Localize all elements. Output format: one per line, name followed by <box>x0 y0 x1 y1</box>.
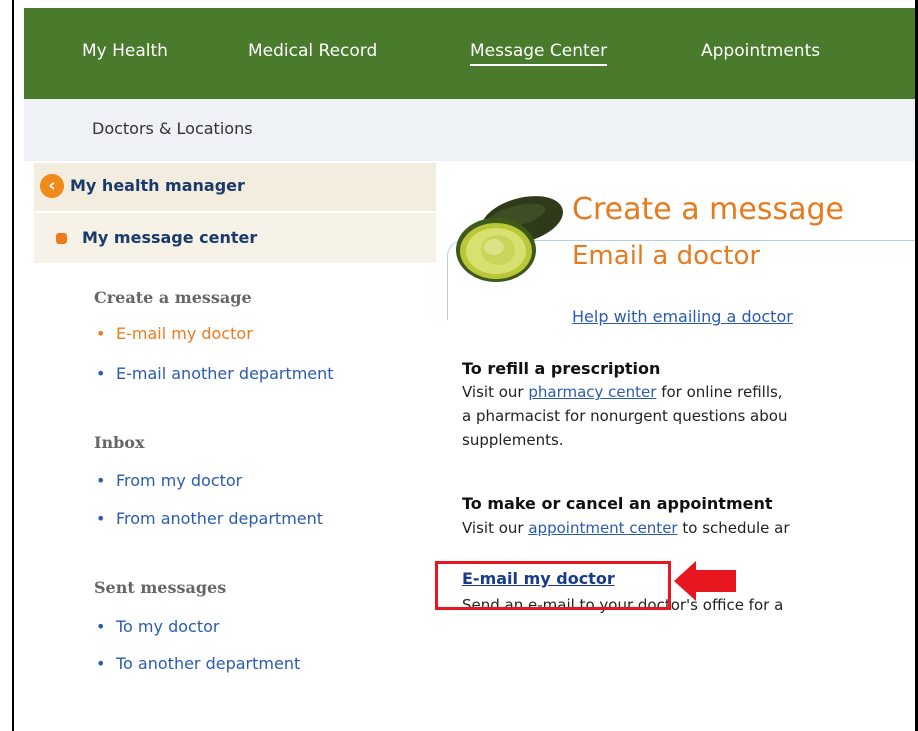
red-arrow-icon <box>674 561 736 601</box>
sidebar-link-label[interactable]: E-mail another department <box>116 364 334 383</box>
nav-medical-record[interactable]: Medical Record <box>248 41 377 61</box>
bullet-icon: • <box>96 509 106 528</box>
square-bullet-icon <box>56 233 67 244</box>
top-nav-bar: My Health Medical Record Message Center … <box>24 8 918 99</box>
sidebar-link-label[interactable]: From my doctor <box>116 471 242 490</box>
text: for online refills, <box>656 383 783 401</box>
sidebar-link-email-my-doctor[interactable]: • E-mail my doctor <box>96 324 253 343</box>
bullet-icon: • <box>96 364 106 383</box>
text: Visit our <box>462 519 529 537</box>
appointment-center-link[interactable]: appointment center <box>528 519 677 537</box>
appt-line-1: Visit our appointment center to schedule… <box>462 516 790 540</box>
avocado-image <box>456 196 563 282</box>
nav-appointments[interactable]: Appointments <box>701 41 820 61</box>
back-chevron-icon[interactable]: ‹ <box>40 174 64 198</box>
page-subtitle: Email a doctor <box>572 241 761 271</box>
sidebar-link-to-my-doctor[interactable]: • To my doctor <box>96 617 219 636</box>
highlight-box <box>435 561 671 610</box>
refill-heading: To refill a prescription <box>462 359 661 378</box>
sidebar-heading-create: Create a message <box>94 288 252 307</box>
page-title: Create a message <box>572 192 844 227</box>
sidebar-link-label[interactable]: To another department <box>116 654 300 673</box>
refill-line-3: supplements. <box>462 431 564 449</box>
sidebar-link-from-my-doctor[interactable]: • From my doctor <box>96 471 242 490</box>
refill-line-2: a pharmacist for nonurgent questions abo… <box>462 407 788 425</box>
help-link[interactable]: Help with emailing a doctor <box>572 307 793 326</box>
bullet-icon: • <box>96 617 106 636</box>
sidebar-manager-label[interactable]: My health manager <box>70 176 245 195</box>
sidebar-link-label[interactable]: E-mail my doctor <box>116 324 253 343</box>
sidebar-heading-inbox: Inbox <box>94 433 145 452</box>
nav-my-health[interactable]: My Health <box>82 41 168 61</box>
pharmacy-center-link[interactable]: pharmacy center <box>528 383 656 401</box>
sidebar-link-label[interactable]: To my doctor <box>116 617 219 636</box>
bullet-icon: • <box>96 471 106 490</box>
nav-doctors-locations[interactable]: Doctors & Locations <box>92 119 253 138</box>
text: Visit our <box>462 383 529 401</box>
sidebar-message-center-label[interactable]: My message center <box>82 228 257 247</box>
bullet-icon: • <box>96 654 106 673</box>
sidebar-heading-sent: Sent messages <box>94 578 227 597</box>
sidebar-link-label[interactable]: From another department <box>116 509 323 528</box>
bullet-icon: • <box>96 324 106 343</box>
sidebar-link-from-another-dept[interactable]: • From another department <box>96 509 323 528</box>
refill-line-1: Visit our pharmacy center for online ref… <box>462 380 783 404</box>
sub-nav-bar: Doctors & Locations <box>24 99 917 161</box>
appt-heading: To make or cancel an appointment <box>462 494 773 513</box>
sidebar-link-to-another-dept[interactable]: • To another department <box>96 654 300 673</box>
browser-frame: My Health Medical Record Message Center … <box>12 0 918 731</box>
text: to schedule ar <box>677 519 790 537</box>
nav-message-center[interactable]: Message Center <box>470 41 608 66</box>
sidebar-link-email-another-dept[interactable]: • E-mail another department <box>96 364 334 383</box>
